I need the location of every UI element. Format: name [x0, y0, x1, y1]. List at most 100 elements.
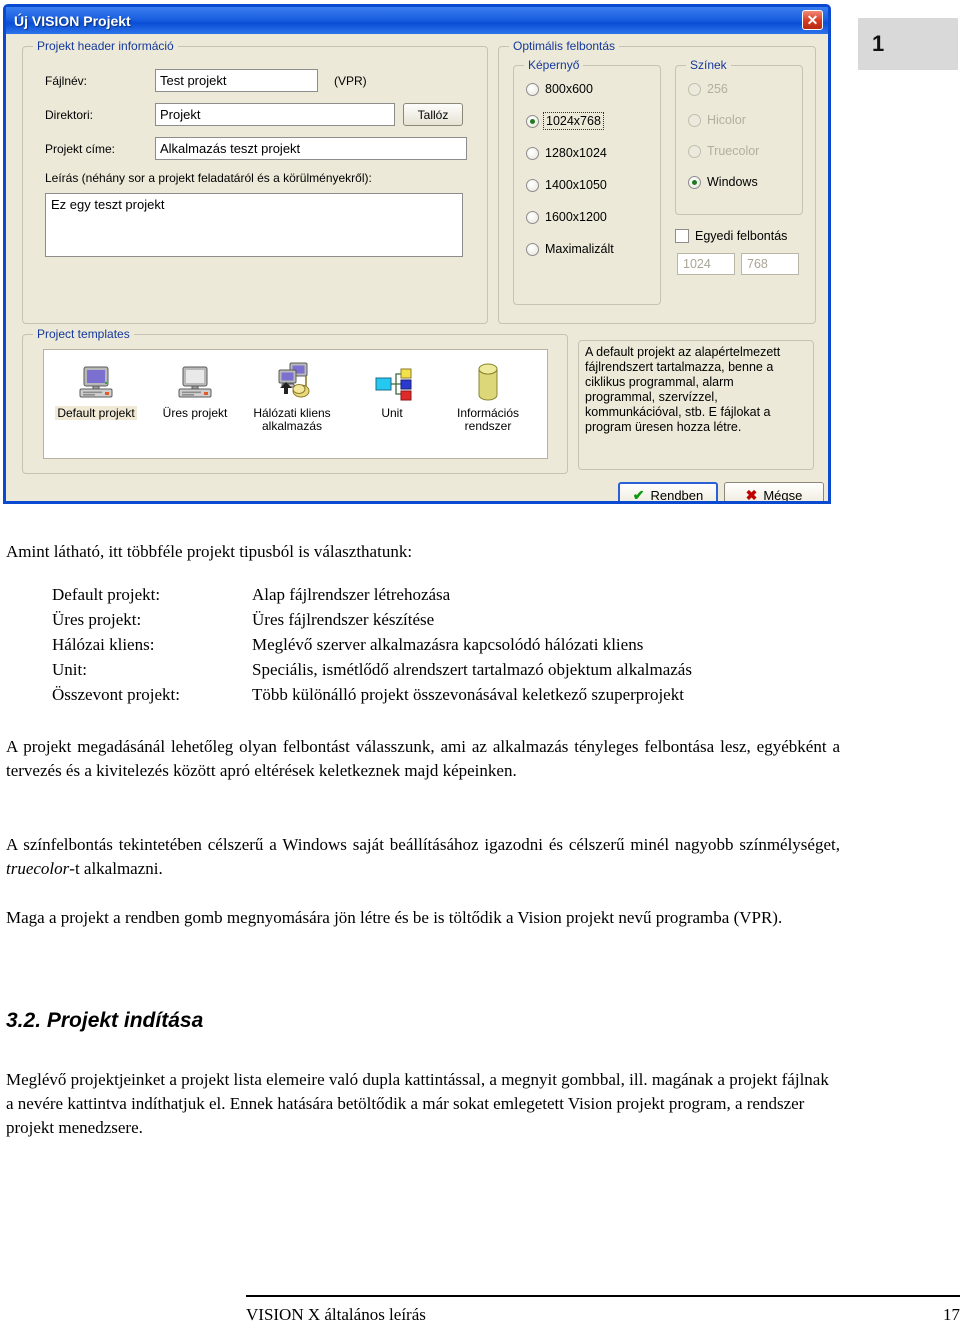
- browse-button[interactable]: Tallóz: [403, 103, 463, 126]
- paragraph-resolution: A projekt megadásánál lehetőleg olyan fe…: [6, 737, 840, 780]
- close-icon[interactable]: ✕: [802, 10, 823, 30]
- template-label-line1: Hálózati kliens: [253, 406, 331, 420]
- project-header-groupbox-title: Projekt header információ: [33, 39, 178, 53]
- footer-page-number: 17: [943, 1305, 960, 1324]
- database-cylinder-icon: [440, 358, 536, 404]
- radio-label: 256: [707, 82, 728, 96]
- radio-label: 1400x1050: [545, 178, 607, 192]
- radio-maximized[interactable]: Maximalizált: [526, 242, 614, 256]
- template-ures-projekt[interactable]: Üres projekt: [147, 358, 243, 420]
- ok-button[interactable]: ✔ Rendben: [618, 482, 718, 503]
- radio-windows[interactable]: Windows: [688, 175, 758, 189]
- template-label: Üres projekt: [147, 407, 243, 420]
- paragraph-color-depth-part2: -t alkalmazni.: [69, 859, 163, 878]
- radio-dot-icon: [688, 82, 701, 96]
- definition-description: Meglévő szerver alkalmazásra kapcsolódó …: [252, 635, 644, 654]
- radio-label: Windows: [707, 175, 758, 189]
- radio-1280x1024[interactable]: 1280x1024: [526, 146, 607, 160]
- template-label: Információs rendszer: [440, 407, 536, 433]
- project-title-input[interactable]: Alkalmazás teszt projekt: [155, 137, 467, 160]
- template-informacios-rendszer[interactable]: Információs rendszer: [440, 358, 536, 433]
- empty-computer-icon: [147, 358, 243, 404]
- list-item: Hálózai kliens: Meglévő szerver alkalmaz…: [52, 632, 842, 657]
- colors-groupbox: Színek 256 Hicolor Truecolor Windows: [675, 58, 803, 215]
- list-item: Üres projekt: Üres fájlrendszer készítés…: [52, 607, 842, 632]
- radio-dot-icon: [688, 175, 701, 189]
- cancel-button[interactable]: ✖ Mégse: [724, 482, 824, 503]
- template-label-line1: Unit: [381, 406, 403, 420]
- templates-list: Default projekt Üres projekt Hálózati kl…: [43, 349, 548, 459]
- footer-divider: [246, 1295, 960, 1297]
- template-default-projekt[interactable]: Default projekt: [48, 358, 144, 420]
- colors-groupbox-title: Színek: [686, 58, 731, 72]
- radio-label: 800x600: [545, 82, 593, 96]
- radio-label: 1024x768: [543, 112, 604, 130]
- radio-label: 1600x1200: [545, 210, 607, 224]
- template-halozati-kliens[interactable]: Hálózati kliens alkalmazás: [244, 358, 340, 433]
- dialog-titlebar: Új VISION Projekt ✕: [6, 7, 828, 34]
- radio-hicolor: Hicolor: [688, 113, 746, 127]
- description-label: Leírás (néhány sor a projekt feladatáról…: [45, 171, 372, 185]
- template-label-line1: Default projekt: [55, 406, 137, 420]
- definition-description: Üres fájlrendszer készítése: [252, 610, 435, 629]
- radio-label: Truecolor: [707, 144, 760, 158]
- custom-width-input[interactable]: 1024: [677, 253, 735, 275]
- cancel-button-label: Mégse: [763, 488, 803, 503]
- radio-dot-icon: [688, 144, 701, 158]
- radio-256: 256: [688, 82, 728, 96]
- page-footer: VISION X általános leírás 17: [6, 1295, 960, 1325]
- custom-height-input[interactable]: 768: [741, 253, 799, 275]
- desktop-computer-icon: [48, 358, 144, 404]
- definition-term: Összevont projekt:: [52, 685, 180, 704]
- intro-paragraph: Amint látható, itt többféle projekt tipu…: [6, 542, 413, 561]
- radio-label: Hicolor: [707, 113, 746, 127]
- radio-dot-icon: [526, 178, 539, 192]
- definition-description: Alap fájlrendszer létrehozása: [252, 585, 451, 604]
- truecolor-emphasis: truecolor: [6, 859, 70, 878]
- radio-dot-icon: [526, 82, 539, 96]
- filename-extension-label: (VPR): [334, 73, 367, 88]
- radio-1400x1050[interactable]: 1400x1050: [526, 178, 607, 192]
- screen-resolution-groupbox: Képernyő 800x600 1024x768 1280x1024 1400…: [513, 58, 661, 305]
- network-client-icon: [244, 358, 340, 404]
- radio-label: 1280x1024: [545, 146, 607, 160]
- template-label-line1: Üres projekt: [162, 406, 228, 420]
- template-label-line2: rendszer: [464, 419, 512, 433]
- cross-icon: ✖: [745, 487, 758, 503]
- paragraph-color-depth: A színfelbontás tekintetében célszerű a …: [6, 833, 840, 881]
- directory-label: Direktori:: [45, 107, 94, 122]
- ok-button-label: Rendben: [650, 488, 704, 503]
- optimal-resolution-groupbox: Optimális felbontás Képernyő 800x600 102…: [498, 39, 816, 324]
- definition-term: Unit:: [52, 660, 87, 679]
- unit-blocks-icon: [344, 358, 440, 404]
- project-title-label: Projekt címe:: [45, 141, 116, 156]
- project-title-row: Projekt címe: Alkalmazás teszt projekt: [45, 137, 467, 160]
- template-label: Unit: [344, 407, 440, 420]
- paragraph-project-creation: Maga a projekt a rendben gomb megnyomásá…: [6, 908, 783, 927]
- template-label: Hálózati kliens alkalmazás: [244, 407, 340, 433]
- filename-input[interactable]: Test projekt: [155, 69, 318, 92]
- page-number-badge: 1: [858, 18, 958, 70]
- radio-1600x1200[interactable]: 1600x1200: [526, 210, 607, 224]
- description-label-row: Leírás (néhány sor a projekt feladatáról…: [45, 171, 372, 185]
- paragraph-project-start: Meglévő projektjeinket a projekt lista e…: [6, 1070, 829, 1137]
- radio-800x600[interactable]: 800x600: [526, 82, 593, 96]
- template-label: Default projekt: [48, 406, 144, 420]
- directory-input[interactable]: Projekt: [155, 103, 395, 126]
- custom-resolution-checkbox[interactable]: Egyedi felbontás: [675, 229, 787, 243]
- project-type-definition-list: Default projekt: Alap fájlrendszer létre…: [52, 582, 842, 707]
- dialog-body: Projekt header információ Fájlnév: Test …: [6, 34, 828, 503]
- template-description-pane: A default projekt az alapértelmezett fáj…: [578, 340, 814, 470]
- list-item: Default projekt: Alap fájlrendszer létre…: [52, 582, 842, 607]
- radio-dot-icon: [526, 146, 539, 160]
- radio-1024x768[interactable]: 1024x768: [526, 112, 604, 130]
- paragraph-color-depth-part1: A színfelbontás tekintetében célszerű a …: [6, 835, 840, 854]
- definition-term: Hálózai kliens:: [52, 635, 155, 654]
- description-textarea[interactable]: Ez egy teszt projekt: [45, 193, 463, 257]
- filename-row: Fájlnév: Test projekt (VPR): [45, 69, 367, 92]
- template-unit[interactable]: Unit: [344, 358, 440, 420]
- filename-label: Fájlnév:: [45, 73, 88, 88]
- definition-description: Speciális, ismétlődő alrendszert tartalm…: [252, 660, 692, 679]
- new-vision-project-dialog: Új VISION Projekt ✕ Projekt header infor…: [3, 4, 831, 504]
- radio-dot-icon: [526, 210, 539, 224]
